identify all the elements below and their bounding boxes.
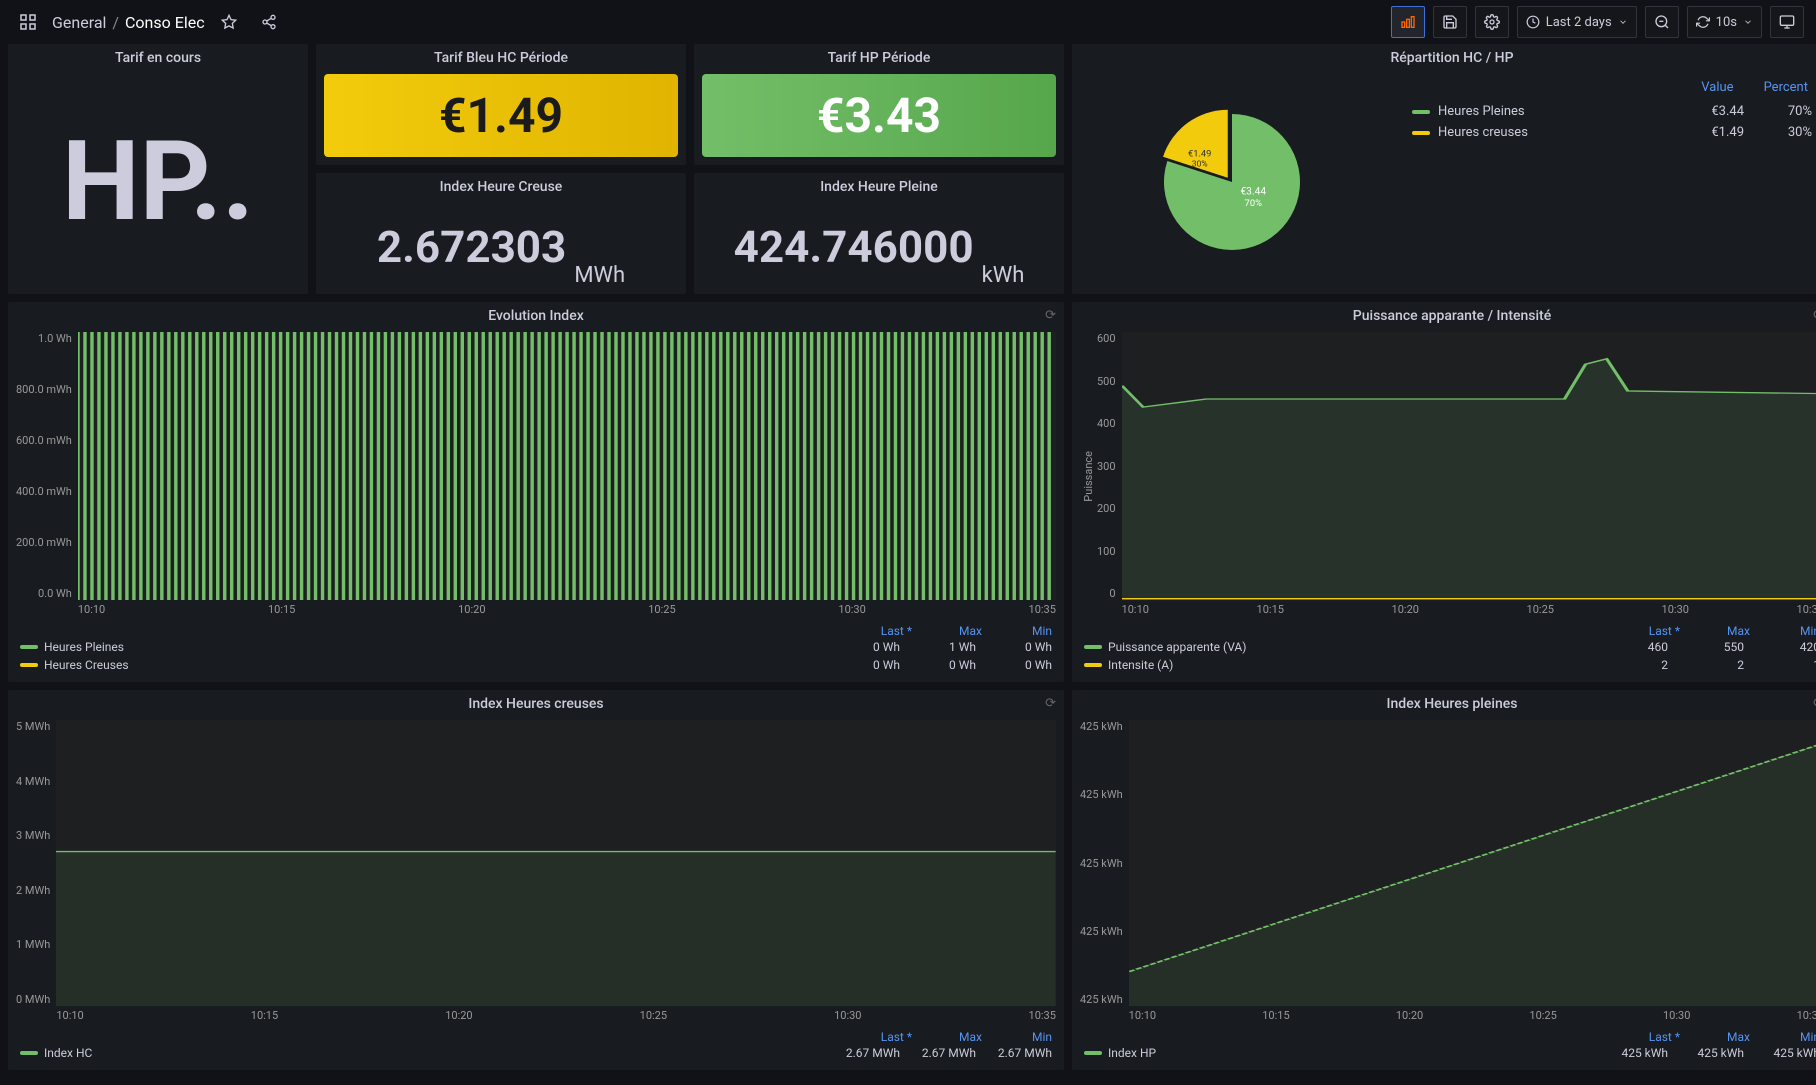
panel-index-hc-chart: Index Heures creuses ⟳ 5 MWh 4 MWh 3 MWh… <box>8 690 1064 1070</box>
panel-tarif-en-cours: Tarif en cours HP.. <box>8 44 308 294</box>
svg-text:30%: 30% <box>1192 160 1208 170</box>
panel-evolution-index: Evolution Index ⟳ 1.0 Wh 800.0 mWh 600.0… <box>8 302 1064 682</box>
chevron-down-icon <box>1743 17 1753 27</box>
pie-chart: €3.44 70% €1.49 30% <box>1072 70 1392 294</box>
share-icon[interactable] <box>253 6 285 38</box>
panel-tarif-hp: Tarif HP Période €3.43 <box>694 44 1064 165</box>
plot-area[interactable] <box>1129 720 1816 1006</box>
legend-row[interactable]: Index HP 425 kWh 425 kWh 425 kWh <box>1084 1044 1816 1062</box>
zoom-out-button[interactable] <box>1645 6 1679 38</box>
panel-index-hp-chart: Index Heures pleines ⟳ 425 kWh 425 kWh 4… <box>1072 690 1816 1070</box>
y-axis: 1.0 Wh 800.0 mWh 600.0 mWh 400.0 mWh 200… <box>16 332 78 620</box>
topbar: General / Conso Elec Last 2 days <box>0 0 1816 44</box>
dashboard-grid-icon[interactable] <box>12 6 44 38</box>
tv-mode-button[interactable] <box>1770 6 1804 38</box>
add-panel-button[interactable] <box>1391 6 1425 38</box>
legend-row[interactable]: Heures Pleines €3.44 70% <box>1412 101 1812 122</box>
stat-tarif-value: HP.. <box>8 70 308 294</box>
svg-text:70%: 70% <box>1245 198 1263 209</box>
panel-refresh-icon[interactable]: ⟳ <box>1045 308 1056 323</box>
legend-row[interactable]: Intensite (A) 2 2 1 <box>1084 656 1816 674</box>
plot-area[interactable] <box>1122 332 1816 600</box>
legend-row[interactable]: Heures Creuses 0 Wh 0 Wh 0 Wh <box>20 656 1052 674</box>
legend-row[interactable]: Index HC 2.67 MWh 2.67 MWh 2.67 MWh <box>20 1044 1052 1062</box>
chevron-down-icon <box>1618 17 1628 27</box>
save-button[interactable] <box>1433 6 1467 38</box>
panel-puissance: Puissance apparante / Intensité ⟳ Puissa… <box>1072 302 1816 682</box>
panel-index-hp: Index Heure Pleine 424.746000 kWh <box>694 173 1064 294</box>
legend-row[interactable]: Heures creuses €1.49 30% <box>1412 122 1812 143</box>
breadcrumb-current: Conso Elec <box>125 13 205 32</box>
breadcrumb-root[interactable]: General <box>52 13 106 32</box>
svg-text:€1.49: €1.49 <box>1188 149 1211 160</box>
stat-tarif-hp-value: €3.43 <box>702 74 1056 157</box>
svg-text:€3.44: €3.44 <box>1240 187 1266 198</box>
refresh-button[interactable]: 10s <box>1687 6 1762 38</box>
panel-index-hc: Index Heure Creuse 2.672303 MWh <box>316 173 686 294</box>
plot-area[interactable] <box>56 720 1056 1006</box>
breadcrumb: General / Conso Elec <box>52 13 205 32</box>
legend-row[interactable]: Puissance apparente (VA) 460 550 420 <box>1084 638 1816 656</box>
panel-tarif-hc: Tarif Bleu HC Période €1.49 <box>316 44 686 165</box>
panel-repartition: Répartition HC / HP €3.44 70% €1.49 30% … <box>1072 44 1816 294</box>
pie-legend: Value Percent Heures Pleines €3.44 70% H… <box>1392 70 1816 294</box>
legend-row[interactable]: Heures Pleines 0 Wh 1 Wh 0 Wh <box>20 638 1052 656</box>
star-icon[interactable] <box>213 6 245 38</box>
plot-area[interactable] <box>78 332 1056 600</box>
time-range-picker[interactable]: Last 2 days <box>1517 6 1637 38</box>
panel-refresh-icon[interactable]: ⟳ <box>1045 696 1056 711</box>
stat-tarif-hc-value: €1.49 <box>324 74 678 157</box>
panel-title: Tarif en cours <box>8 44 308 70</box>
settings-button[interactable] <box>1475 6 1509 38</box>
